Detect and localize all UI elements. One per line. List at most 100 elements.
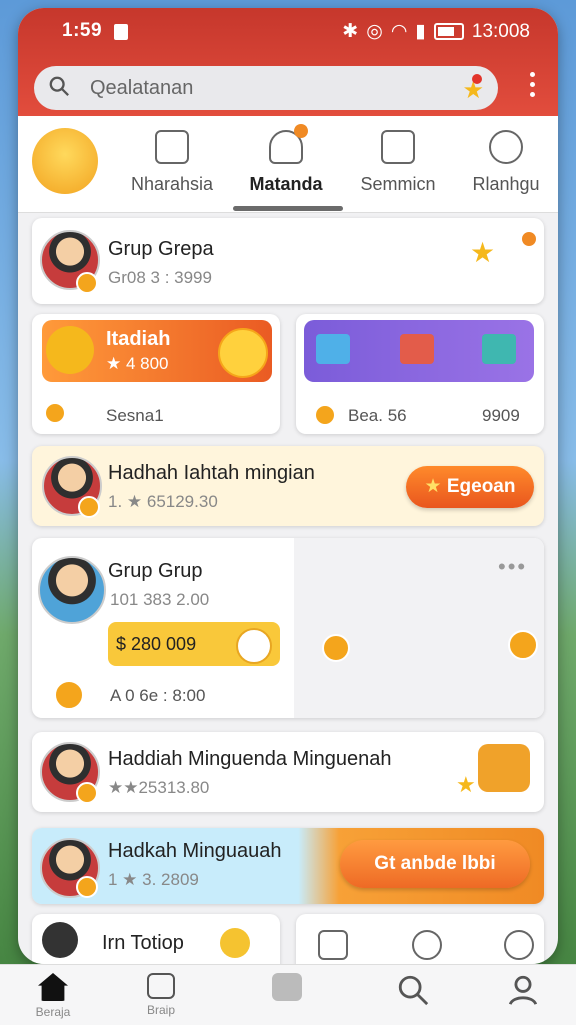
home-icon (38, 973, 68, 1001)
more-icon[interactable]: ••• (498, 554, 527, 580)
group-card[interactable]: Grup Grepa Gr08 3 : 3999 ★ (32, 218, 544, 304)
group-footer: A 0 6e : 8:00 (110, 686, 206, 705)
partial-title: Irn Totiop (102, 932, 184, 954)
search-icon (398, 975, 429, 1006)
reward-subtitle: ★★25313.80 (108, 778, 210, 797)
wifi-icon: ◠ (390, 21, 408, 42)
tab-badge (294, 124, 308, 138)
nav-list[interactable]: Braip (126, 973, 196, 1017)
group-title: Grup Grepa (108, 238, 214, 260)
nav-label: Braip (146, 1003, 175, 1017)
profile-icon (508, 975, 538, 1005)
smile-icon (220, 928, 250, 958)
group-title: Grup Grup (108, 560, 203, 582)
amount-box: $ 280 009 (108, 622, 280, 666)
bag-icon[interactable] (318, 930, 348, 960)
gift-icon (400, 334, 434, 364)
coin-icon (76, 876, 98, 898)
shirt-icon (155, 130, 189, 164)
promo-card-right[interactable]: Bea. 56 9909 (296, 314, 544, 434)
reward-card[interactable]: Haddiah Minguenda Minguenah ★★25313.80 ★ (32, 732, 544, 812)
magnifier-icon (236, 628, 272, 664)
coin-icon (322, 634, 350, 662)
status-bar: 1:59 ✱ ◎ ◠ ▮ 13:008 (18, 18, 558, 50)
nav-home[interactable]: Beraja (18, 973, 88, 1019)
reward-card-highlight[interactable]: Hadkah Minguauah 1 ★ 3. 2809 Gt anbde lb… (32, 828, 544, 904)
status-right: ✱ ◎ ◠ ▮ 13:008 (342, 20, 530, 43)
coin-icon (78, 496, 100, 518)
promo-footer-left: Bea. 56 (348, 406, 407, 425)
coin-icon (314, 404, 336, 426)
tab-3[interactable]: Semmicn (348, 130, 448, 195)
promo-footer: Sesna1 (106, 406, 164, 425)
profile-avatar[interactable] (32, 128, 98, 194)
nav-search[interactable] (378, 973, 448, 1010)
weekly-subtitle: 1. ★ 65129.30 (108, 492, 218, 511)
tab-label: Rlanhgu (472, 174, 540, 194)
bluetooth-icon: ✱ (342, 21, 359, 42)
coin-icon[interactable] (218, 328, 268, 378)
star-icon: ★ (456, 772, 476, 797)
coin-icon (76, 782, 98, 804)
more-menu-icon[interactable] (530, 72, 536, 102)
weekly-claim-button[interactable]: ★ Egeoan (406, 466, 534, 508)
reward-title: Haddiah Minguenda Minguenah (108, 748, 392, 770)
group-card-expanded[interactable]: Grup Grup 101 383 2.00 $ 280 009 A 0 6e … (32, 538, 544, 718)
star-icon: ★ (424, 476, 447, 497)
group-subtitle: Gr08 3 : 3999 (108, 268, 212, 287)
button-label: Egeoan (446, 476, 516, 497)
search-placeholder: Qealatanan (90, 77, 194, 99)
coin-icon (44, 402, 66, 424)
list-icon (147, 973, 175, 999)
app-screen: 1:59 ✱ ◎ ◠ ▮ 13:008 Qealatanan ★ Nharahs… (18, 8, 558, 964)
settings-icon[interactable] (504, 930, 534, 960)
tab-4[interactable]: Rlanhgu (456, 130, 556, 195)
button-label: Gt anbde lbbi (374, 853, 496, 874)
cookie-icon (489, 130, 523, 164)
avatar (42, 922, 78, 958)
nav-profile[interactable] (488, 973, 558, 1010)
badge-icon (520, 230, 538, 248)
sim-icon (114, 24, 128, 40)
status-time: 1:59 (62, 20, 103, 41)
promo-title: Itadiah (106, 328, 171, 350)
group-amount: $ 280 009 (116, 634, 197, 654)
coin-icon (508, 630, 538, 660)
reward-title: Hadkah Minguauah (108, 840, 282, 862)
list-icon (381, 130, 415, 164)
tab-label: Semmicn (360, 174, 436, 194)
notification-dot (472, 74, 482, 84)
coin-icon (54, 680, 84, 710)
star-icon: ★ (470, 237, 496, 268)
battery-icon (433, 23, 464, 40)
category-tabs: Nharahsia Matanda Semmicn Rlanhgu (18, 116, 558, 213)
reward-action-button[interactable]: Gt anbde lbbi (340, 840, 530, 888)
tab-1[interactable]: Nharahsia (122, 130, 222, 195)
chest-icon (482, 334, 516, 364)
alarm-icon: ◎ (366, 21, 383, 42)
status-clock-right: 13:008 (471, 20, 530, 42)
partial-card-right[interactable] (296, 914, 544, 964)
nav-label: Beraja (35, 1005, 71, 1019)
app-header: 1:59 ✱ ◎ ◠ ▮ 13:008 Qealatanan ★ (18, 8, 558, 116)
weekly-reward-card[interactable]: Hadhah Iahtah mingian 1. ★ 65129.30 ★ Eg… (32, 446, 544, 526)
square-icon (272, 973, 302, 1001)
tab-label: Matanda (249, 174, 323, 194)
active-tab-indicator (233, 206, 343, 211)
check-icon[interactable] (412, 930, 442, 960)
promo-value: ★ 4 800 (106, 354, 169, 373)
signal-icon: ▮ (415, 21, 426, 42)
bottom-navigation: Beraja Braip (0, 964, 576, 1025)
search-bar[interactable]: Qealatanan ★ (34, 66, 498, 110)
promo-card-left[interactable]: Itadiah ★ 4 800 Sesna1 (32, 314, 280, 434)
coin-icon (76, 272, 98, 294)
nav-center[interactable] (252, 973, 322, 1005)
avatar (38, 556, 106, 624)
promo-footer-right: 9909 (482, 406, 520, 425)
tab-2[interactable]: Matanda (236, 124, 336, 195)
search-icon (49, 76, 69, 96)
treasure-icon (46, 326, 94, 374)
coin-stack-icon (478, 744, 530, 792)
tab-label: Nharahsia (130, 174, 214, 194)
partial-card-left[interactable]: Irn Totiop (32, 914, 280, 964)
